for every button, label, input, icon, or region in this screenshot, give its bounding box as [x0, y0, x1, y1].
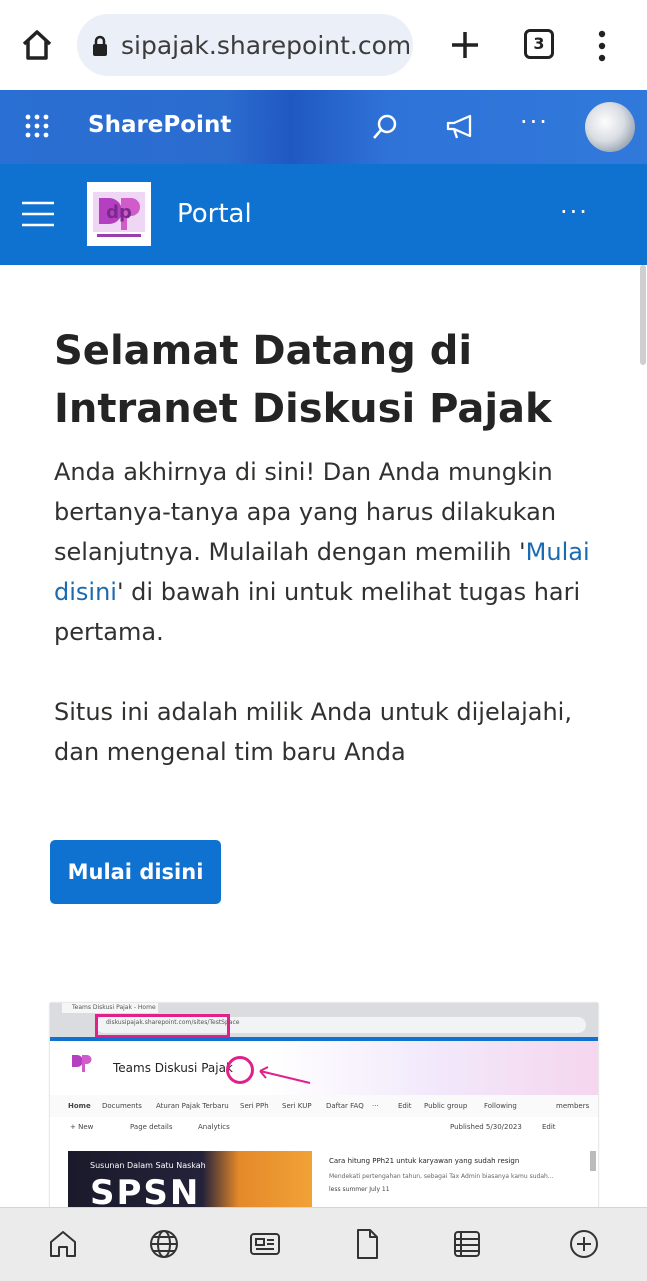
browser-toolbar: sipajak.sharepoint.com 3: [0, 0, 647, 91]
preview-nav-item: Seri KUP: [282, 1102, 312, 1110]
home-icon[interactable]: [18, 26, 56, 64]
preview-news-title: Cara hitung PPh21 untuk karyawan yang su…: [329, 1157, 520, 1165]
tab-switcher-button[interactable]: 3: [524, 29, 554, 59]
home-icon[interactable]: [46, 1227, 80, 1261]
preview-hero-image: Susunan Dalam Satu Naskah SPSN: [68, 1151, 312, 1208]
address-bar[interactable]: sipajak.sharepoint.com: [77, 14, 413, 76]
megaphone-icon[interactable]: [444, 112, 476, 142]
sharepoint-title[interactable]: SharePoint: [88, 112, 231, 138]
site-logo[interactable]: dp: [87, 182, 151, 246]
svg-text:dp: dp: [106, 202, 132, 223]
site-logo-image: dp: [93, 192, 145, 237]
lock-icon: [93, 35, 107, 56]
welcome-text-start: Anda akhirnya di sini! Dan Anda mungkin …: [54, 458, 557, 566]
preview-news-meta: less summer July 11: [329, 1186, 390, 1193]
news-icon[interactable]: [248, 1227, 282, 1261]
preview-browser-chrome: Teams Diskusi Pajak - Home diskusipajak.…: [50, 1003, 598, 1038]
preview-nav-item: Public group: [424, 1102, 468, 1110]
page-scrollbar[interactable]: [640, 265, 646, 365]
explore-paragraph: Situs ini adalah milik Anda untuk dijela…: [54, 698, 572, 766]
pointer-arrow-icon: [259, 1066, 311, 1084]
preview-nav-item: Daftar FAQ: [326, 1102, 364, 1110]
url-text: sipajak.sharepoint.com: [121, 31, 409, 60]
site-header: dp Portal ···: [0, 164, 647, 265]
preview-scrollbar: [590, 1151, 596, 1171]
preview-nav-item: Documents: [102, 1102, 142, 1110]
new-tab-icon[interactable]: [448, 28, 482, 62]
preview-site-header: Teams Diskusi Pajak: [50, 1041, 598, 1095]
preview-nav-item: Aturan Pajak Terbaru: [156, 1102, 229, 1110]
highlight-circle: [226, 1056, 254, 1084]
preview-hero-title: SPSN: [90, 1173, 201, 1208]
start-here-button[interactable]: Mulai disini: [50, 840, 221, 904]
preview-hero-caption: Susunan Dalam Satu Naskah: [90, 1161, 206, 1170]
site-title[interactable]: Portal: [177, 199, 252, 229]
hamburger-menu-icon[interactable]: [21, 201, 55, 227]
more-icon[interactable]: ···: [560, 198, 589, 226]
preview-nav-item: Home: [68, 1102, 91, 1110]
preview-cmd-item: Analytics: [198, 1123, 230, 1131]
preview-logo: [72, 1055, 92, 1072]
preview-nav-item: ···: [372, 1102, 379, 1110]
page-title: Selamat Datang di Intranet Diskusi Pajak: [54, 328, 552, 432]
file-icon[interactable]: [350, 1227, 384, 1261]
preview-news-snippet: Mendekati pertengahan tahun, sebagai Tax…: [329, 1173, 554, 1180]
list-icon[interactable]: [450, 1227, 484, 1261]
app-launcher-icon[interactable]: [25, 114, 49, 138]
more-vertical-icon[interactable]: [590, 28, 614, 64]
preview-cmd-item: Edit: [542, 1123, 556, 1131]
preview-nav-item: Following: [484, 1102, 517, 1110]
sharepoint-suite-bar: SharePoint ···: [0, 90, 647, 164]
avatar[interactable]: [585, 102, 635, 152]
preview-cmd-item: Published 5/30/2023: [450, 1123, 522, 1131]
welcome-section: Selamat Datang di Intranet Diskusi Pajak…: [54, 322, 614, 772]
tutorial-screenshot: Teams Diskusi Pajak - Home diskusipajak.…: [50, 1003, 598, 1208]
preview-nav-item: Seri PPh: [240, 1102, 269, 1110]
preview-nav-item: members: [556, 1102, 590, 1110]
add-circle-icon[interactable]: [567, 1227, 601, 1261]
preview-command-bar: + New Page details Analytics Published 5…: [50, 1117, 598, 1137]
url-highlight-box: [95, 1014, 230, 1038]
more-icon[interactable]: ···: [520, 108, 549, 136]
preview-nav-item: Edit: [398, 1102, 412, 1110]
preview-nav: Home Documents Aturan Pajak Terbaru Seri…: [50, 1095, 598, 1117]
preview-site-title: Teams Diskusi Pajak: [113, 1061, 233, 1075]
welcome-text-end: ' di bawah ini untuk melihat tugas hari …: [54, 578, 581, 646]
search-icon[interactable]: [370, 112, 400, 142]
preview-tab: Teams Diskusi Pajak - Home: [62, 1003, 158, 1013]
bottom-navigation: [0, 1207, 647, 1281]
globe-icon[interactable]: [147, 1227, 181, 1261]
preview-cmd-item: Page details: [130, 1123, 173, 1131]
preview-cmd-item: + New: [70, 1123, 94, 1131]
welcome-paragraph: Anda akhirnya di sini! Dan Anda mungkin …: [54, 452, 614, 652]
